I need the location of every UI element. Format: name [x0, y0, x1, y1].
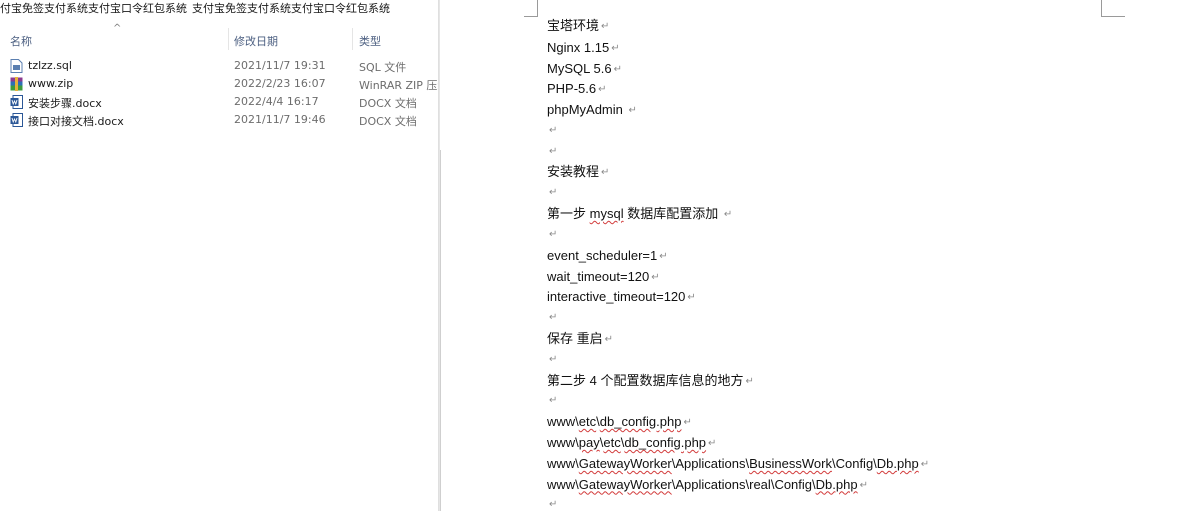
file-explorer-pane: 付宝免签支付系统支付宝口令红包系统 › 支付宝免签支付系统支付宝口令红包系统 ›… — [0, 0, 440, 511]
column-header-modified[interactable]: 修改日期 — [234, 33, 278, 49]
document-paragraph[interactable]: Nginx 1.15 ↵ — [547, 38, 620, 60]
file-type: SQL 文件 — [359, 61, 407, 74]
column-headers: ^ 名称 修改日期 类型 — [0, 23, 440, 52]
page-margin-marker — [1101, 0, 1125, 17]
word-doc-icon — [10, 95, 23, 109]
file-name: www.zip — [28, 77, 74, 90]
sort-ascending-icon: ^ — [113, 23, 122, 34]
file-name: 接口对接文档.docx — [28, 115, 124, 128]
page-margin-marker — [524, 0, 538, 17]
sql-file-icon — [10, 59, 23, 73]
empty-paragraph[interactable]: ↵ — [547, 350, 557, 371]
file-date: 2022/4/4 16:17 — [234, 95, 319, 108]
paragraph-mark-icon: ↵ — [598, 84, 607, 96]
column-header-name[interactable]: 名称 — [10, 33, 32, 49]
breadcrumb-item-current[interactable]: 支付宝免签支付系统支付宝口令红包系统 — [192, 1, 390, 17]
paragraph-mark-icon: ↵ — [611, 42, 620, 54]
paragraph-mark-icon: ↵ — [549, 499, 558, 511]
paragraph-mark-icon: ↵ — [920, 458, 930, 470]
empty-paragraph[interactable]: ↵ — [547, 308, 557, 329]
document-paragraph[interactable]: interactive_timeout=120 ↵ — [547, 287, 696, 309]
paragraph-mark-icon: ↵ — [549, 229, 558, 240]
empty-paragraph[interactable]: ↵ — [547, 495, 557, 511]
document-paragraph[interactable]: 安装教程 ↵ — [547, 163, 609, 184]
document-paragraph[interactable]: PHP-5.6 ↵ — [547, 79, 607, 101]
paragraph-mark-icon: ↵ — [651, 271, 660, 283]
document-paragraph[interactable]: 第一步 mysql 数据库配置添加 ↵ — [547, 204, 732, 226]
breadcrumb-chevron-icon[interactable]: › — [386, 1, 390, 17]
paragraph-mark-icon: ↵ — [628, 105, 637, 117]
column-header-type[interactable]: 类型 — [359, 33, 381, 49]
empty-paragraph[interactable]: ↵ — [547, 142, 557, 163]
breadcrumb: 付宝免签支付系统支付宝口令红包系统 › 支付宝免签支付系统支付宝口令红包系统 › — [0, 0, 440, 18]
empty-paragraph[interactable]: ↵ — [547, 391, 557, 412]
paragraph-mark-icon: ↵ — [601, 166, 610, 178]
breadcrumb-item-parent[interactable]: 付宝免签支付系统支付宝口令红包系统 — [0, 1, 187, 17]
paragraph-mark-icon: ↵ — [549, 187, 558, 199]
word-doc-icon — [10, 113, 23, 127]
empty-paragraph[interactable]: ↵ — [547, 225, 557, 246]
winrar-zip-icon — [10, 77, 23, 91]
paragraph-mark-icon: ↵ — [659, 250, 668, 262]
file-name: tzlzz.sql — [28, 59, 72, 72]
file-row[interactable]: 接口对接文档.docx 2021/11/7 19:46 DOCX 文档 — [0, 111, 440, 129]
file-type: WinRAR ZIP 压缩 — [359, 79, 440, 92]
file-type: DOCX 文档 — [359, 115, 417, 128]
paragraph-mark-icon: ↵ — [613, 63, 622, 75]
file-date: 2021/11/7 19:46 — [234, 113, 326, 126]
paragraph-mark-icon: ↵ — [859, 479, 868, 491]
paragraph-mark-icon: ↵ — [549, 145, 558, 157]
document-paragraph[interactable]: www\etc\db_config.php ↵ — [547, 412, 692, 434]
paragraph-mark-icon: ↵ — [601, 21, 610, 32]
document-page[interactable]: 宝塔环境 ↵ Nginx 1.15 ↵ MySQL 5.6 ↵ PHP-5.6 ↵ phpMyA… — [441, 0, 1195, 511]
document-paragraph[interactable]: 宝塔环境 ↵ — [547, 17, 609, 38]
paragraph-mark-icon: ↵ — [683, 417, 692, 429]
file-date: 2021/11/7 19:31 — [234, 59, 326, 72]
document-paragraph[interactable]: phpMyAdmin ↵ — [547, 100, 637, 122]
breadcrumb-chevron-icon[interactable]: › — [178, 1, 182, 17]
document-paragraph[interactable]: www\GatewayWorker\Applications\real\Conf… — [547, 475, 868, 497]
paragraph-mark-icon: ↵ — [687, 292, 696, 304]
paragraph-mark-icon: ↵ — [549, 353, 558, 365]
paragraph-mark-icon: ↵ — [723, 209, 733, 221]
file-type: DOCX 文档 — [359, 97, 417, 110]
empty-paragraph[interactable]: ↵ — [547, 183, 557, 204]
document-paragraph[interactable]: event_scheduler=1 ↵ — [547, 246, 668, 268]
document-paragraph[interactable]: 保存 重启 ↵ — [547, 329, 613, 351]
paragraph-mark-icon: ↵ — [604, 334, 614, 345]
file-row[interactable]: www.zip 2022/2/23 16:07 WinRAR ZIP 压缩 — [0, 75, 440, 93]
file-row[interactable]: tzlzz.sql 2021/11/7 19:31 SQL 文件 — [0, 57, 440, 75]
document-paragraph[interactable]: www\GatewayWorker\Applications\BusinessW… — [547, 454, 929, 476]
paragraph-mark-icon: ↵ — [549, 395, 558, 407]
file-row[interactable]: 安装步骤.docx 2022/4/4 16:17 DOCX 文档 — [0, 93, 440, 111]
empty-paragraph[interactable]: ↵ — [547, 121, 557, 142]
paragraph-mark-icon: ↵ — [549, 125, 558, 136]
document-paragraph[interactable]: 第二步 4 个配置数据库信息的地方 ↵ — [547, 371, 754, 393]
file-date: 2022/2/23 16:07 — [234, 77, 326, 90]
document-paragraph[interactable]: www\pay\etc\db_config.php ↵ — [547, 433, 716, 455]
paragraph-mark-icon: ↵ — [708, 438, 717, 449]
file-name: 安装步骤.docx — [28, 97, 102, 110]
paragraph-mark-icon: ↵ — [745, 375, 754, 387]
document-paragraph[interactable]: wait_timeout=120 ↵ — [547, 267, 660, 289]
paragraph-mark-icon: ↵ — [549, 312, 558, 324]
column-divider[interactable] — [228, 28, 229, 50]
column-divider[interactable] — [352, 28, 353, 50]
document-paragraph[interactable]: MySQL 5.6 ↵ — [547, 59, 622, 81]
